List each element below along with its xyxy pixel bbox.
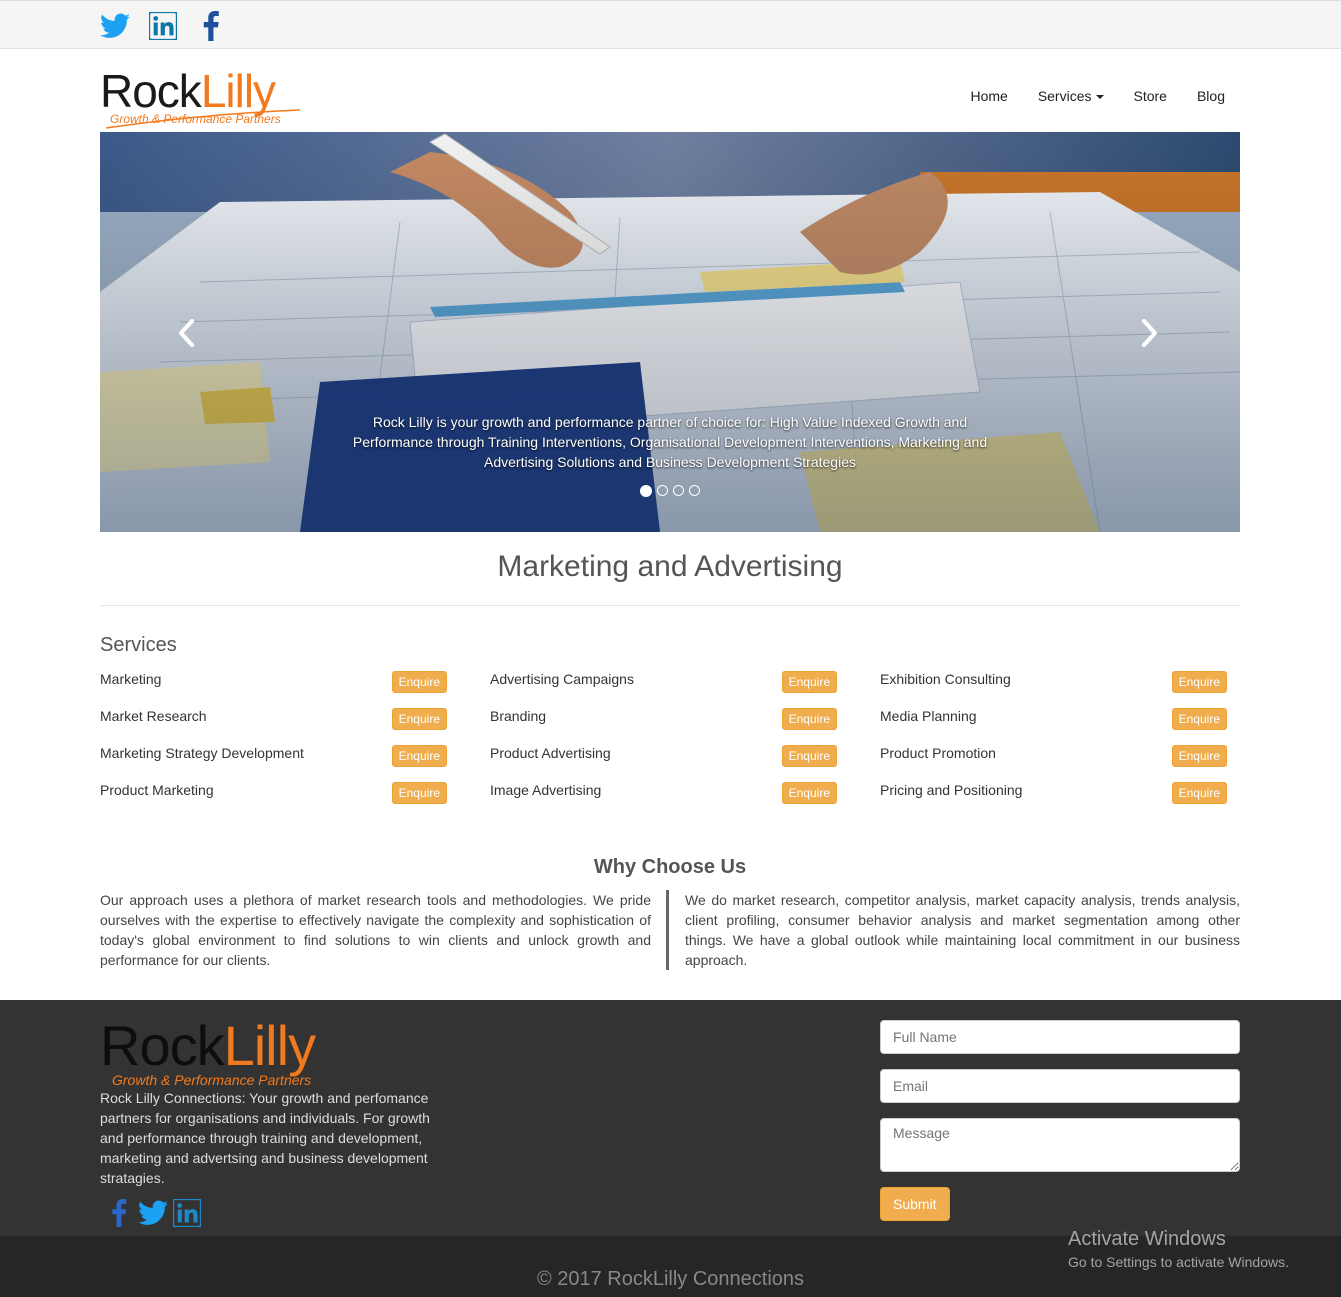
email-input[interactable] [880, 1069, 1240, 1103]
logo-tagline: Growth & Performance Partners [110, 112, 281, 126]
footer-logo[interactable]: RockLilly Growth & Performance Partners [100, 1018, 360, 1090]
top-social-bar [0, 0, 1341, 49]
service-row: Product Promotion Enquire [880, 742, 1227, 779]
service-label: Product Promotion [880, 745, 996, 761]
service-row: Product Advertising Enquire [490, 742, 837, 779]
service-row: Product Marketing Enquire [100, 779, 447, 816]
nav-services-label: Services [1037, 88, 1092, 104]
service-row: Exhibition Consulting Enquire [880, 668, 1227, 705]
service-row: Media Planning Enquire [880, 705, 1227, 742]
footer-logo-lilly: Lilly [223, 1014, 316, 1077]
why-choose-us-left-text: Our approach uses a plethora of market r… [100, 892, 651, 968]
enquire-button[interactable]: Enquire [781, 671, 837, 693]
submit-button[interactable]: Submit [880, 1187, 950, 1221]
linkedin-icon[interactable] [172, 1198, 202, 1228]
enquire-button[interactable]: Enquire [391, 745, 447, 767]
service-label: Media Planning [880, 708, 977, 724]
enquire-button[interactable]: Enquire [781, 708, 837, 730]
service-row: Image Advertising Enquire [490, 779, 837, 816]
chevron-left-icon [179, 319, 194, 347]
enquire-button[interactable]: Enquire [1171, 671, 1227, 693]
nav-store[interactable]: Store [1119, 86, 1182, 106]
footer-social-icons [104, 1198, 202, 1228]
nav-home[interactable]: Home [955, 86, 1022, 106]
service-label: Pricing and Positioning [880, 782, 1023, 798]
enquire-button[interactable]: Enquire [391, 708, 447, 730]
why-choose-us-right-text: We do market research, competitor analys… [685, 892, 1240, 968]
service-label: Branding [490, 708, 547, 724]
enquire-button[interactable]: Enquire [1171, 708, 1227, 730]
service-label: Product Marketing [100, 782, 214, 798]
services-column-1: Marketing Enquire Market Research Enquire … [100, 668, 447, 816]
carousel-indicator-2[interactable] [657, 485, 668, 496]
service-label: Image Advertising [490, 782, 602, 798]
carousel-prev-button[interactable] [172, 318, 202, 348]
enquire-button[interactable]: Enquire [1171, 745, 1227, 767]
nav-blog[interactable]: Blog [1182, 86, 1240, 106]
why-choose-us-heading: Why Choose Us [593, 856, 747, 878]
watermark-subtitle: Go to Settings to activate Windows. [1068, 1254, 1289, 1270]
carousel-indicator-3[interactable] [673, 485, 684, 496]
enquire-button[interactable]: Enquire [781, 782, 837, 804]
service-label: Marketing Strategy Development [100, 745, 304, 761]
footer-description: Rock Lilly Connections: Your growth and … [100, 1090, 430, 1186]
twitter-icon[interactable] [100, 11, 130, 41]
footer-logo-tagline: Growth & Performance Partners [112, 1072, 312, 1088]
service-label: Product Advertising [490, 745, 611, 761]
contact-form: Submit [880, 1020, 1240, 1221]
facebook-icon[interactable] [196, 11, 226, 41]
watermark-title: Activate Windows [1068, 1228, 1226, 1250]
services-heading: Services [100, 634, 177, 656]
facebook-icon[interactable] [104, 1198, 134, 1228]
service-row: Marketing Strategy Development Enquire [100, 742, 447, 779]
hero-carousel[interactable]: Rock Lilly is your growth and performanc… [100, 132, 1240, 532]
page-title: Marketing and Advertising [497, 550, 843, 583]
full-name-input[interactable] [880, 1020, 1240, 1054]
enquire-button[interactable]: Enquire [1171, 782, 1227, 804]
main-nav: Home Services Store Blog [955, 86, 1240, 106]
site-logo[interactable]: RockLilly Growth & Performance Partners [100, 68, 310, 130]
nav-services[interactable]: Services [1023, 86, 1119, 106]
service-label: Market Research [100, 708, 207, 724]
site-header: RockLilly Growth & Performance Partners … [100, 60, 1240, 132]
service-row: Market Research Enquire [100, 705, 447, 742]
carousel-caption: Rock Lilly is your growth and performanc… [352, 414, 988, 470]
caret-down-icon [1095, 95, 1104, 100]
service-label: Exhibition Consulting [880, 671, 1011, 687]
windows-activation-watermark: Activate Windows Go to Settings to activ… [1068, 1227, 1289, 1272]
service-row: Marketing Enquire [100, 668, 447, 705]
services-column-2: Advertising Campaigns Enquire Branding Enq… [490, 668, 837, 816]
enquire-button[interactable]: Enquire [391, 782, 447, 804]
footer-logo-rock: Rock [100, 1014, 225, 1077]
top-social-icons [100, 11, 226, 41]
chevron-right-icon [1142, 319, 1157, 347]
service-label: Marketing [100, 671, 162, 687]
message-textarea[interactable] [880, 1118, 1240, 1172]
services-column-3: Exhibition Consulting Enquire Media Plann… [880, 668, 1227, 816]
carousel-indicator-4[interactable] [689, 485, 700, 496]
why-divider [666, 890, 669, 970]
service-row: Pricing and Positioning Enquire [880, 779, 1227, 816]
carousel-indicator-1[interactable] [640, 485, 652, 497]
enquire-button[interactable]: Enquire [391, 671, 447, 693]
enquire-button[interactable]: Enquire [781, 745, 837, 767]
section-divider [100, 605, 1240, 606]
hero-image [100, 132, 1240, 532]
carousel-next-button[interactable] [1134, 318, 1164, 348]
twitter-icon[interactable] [138, 1198, 168, 1228]
service-label: Advertising Campaigns [490, 671, 634, 687]
linkedin-icon[interactable] [148, 11, 178, 41]
service-row: Advertising Campaigns Enquire [490, 668, 837, 705]
service-row: Branding Enquire [490, 705, 837, 742]
carousel-indicators [640, 485, 700, 497]
